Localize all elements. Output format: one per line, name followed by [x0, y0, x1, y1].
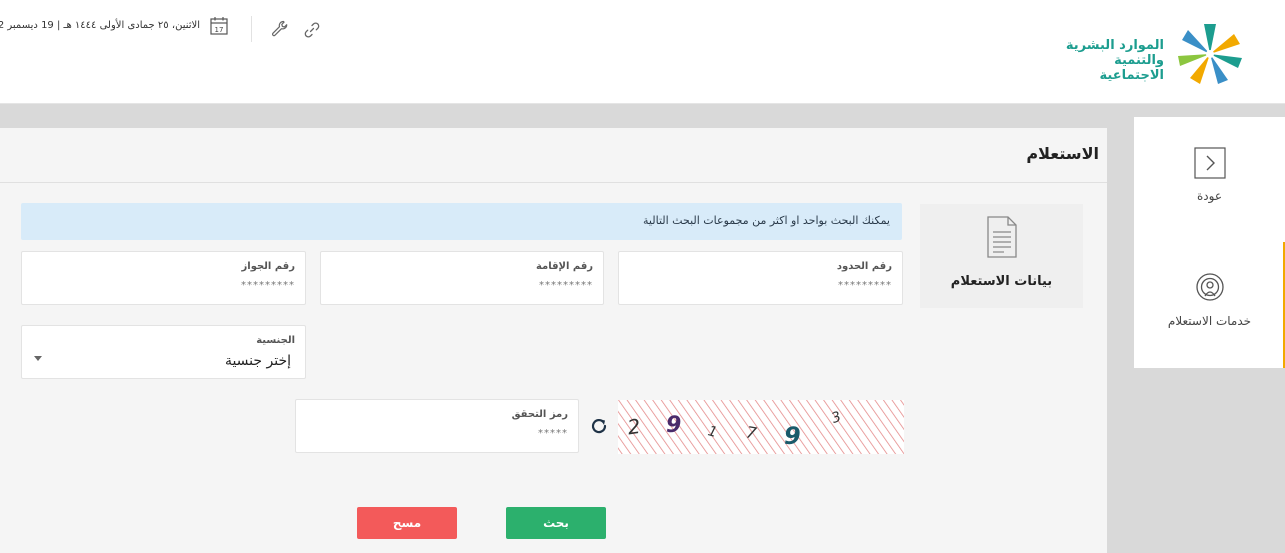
- iqama-number-field: رقم الإقامة: [320, 251, 604, 305]
- broadcast-icon: [1195, 273, 1224, 301]
- back-label: عودة: [1197, 189, 1222, 203]
- logo-line-2: والتنمية الاجتماعية: [1099, 53, 1164, 83]
- captcha-input[interactable]: [306, 428, 568, 439]
- inquiry-data-label: بيانات الاستعلام: [950, 274, 1053, 289]
- refresh-icon[interactable]: [588, 415, 610, 437]
- inquiry-services-label: خدمات الاستعلام: [1167, 314, 1252, 328]
- border-number-input[interactable]: [629, 280, 892, 291]
- info-banner: يمكنك البحث بواحد او اكثر من مجموعات الب…: [21, 203, 902, 240]
- calendar-icon[interactable]: 17: [209, 16, 229, 36]
- search-button[interactable]: بحث: [506, 507, 606, 539]
- page-title: الاستعلام: [1026, 144, 1099, 163]
- nationality-value: إختر جنسية: [224, 353, 291, 369]
- passport-number-input[interactable]: [32, 280, 295, 291]
- caret-down-icon: [34, 356, 42, 361]
- side-rail: عودة خدمات الاستعلام: [1134, 117, 1285, 368]
- inquiry-data-card: بيانات الاستعلام: [920, 204, 1083, 308]
- document-icon: [987, 216, 1017, 258]
- main-panel: الاستعلام بيانات الاستعلام يمكنك البحث ب…: [0, 128, 1107, 553]
- captcha-char: 9: [666, 413, 681, 438]
- chevron-right-icon: [1193, 147, 1226, 179]
- calendar-day: 17: [215, 26, 224, 34]
- back-button[interactable]: عودة: [1134, 147, 1285, 237]
- info-text: يمكنك البحث بواحد او اكثر من مجموعات الب…: [643, 214, 890, 227]
- clear-button[interactable]: مسح: [357, 507, 457, 539]
- captcha-char: 9: [784, 422, 801, 450]
- link-icon[interactable]: [302, 20, 322, 40]
- nationality-label: الجنسية: [256, 335, 295, 346]
- captcha-image: 2 9 1 7 9 3: [618, 400, 904, 454]
- passport-number-field: رقم الجواز: [21, 251, 306, 305]
- logo-star-icon: [1178, 24, 1242, 84]
- inquiry-services-link[interactable]: خدمات الاستعلام: [1134, 272, 1285, 362]
- passport-number-label: رقم الجواز: [241, 261, 295, 272]
- wrench-icon[interactable]: [270, 19, 290, 39]
- captcha-label: رمز التحقق: [511, 409, 568, 420]
- captcha-field: رمز التحقق: [295, 399, 579, 453]
- header-date: الاثنين، ٢٥ جمادى الأولى ١٤٤٤ هـ | 19 دي…: [0, 20, 200, 31]
- nationality-select[interactable]: الجنسية إختر جنسية: [21, 325, 306, 379]
- ministry-logo: الموارد البشرية والتنمية الاجتماعية: [1046, 20, 1252, 88]
- title-divider: [0, 182, 1107, 183]
- logo-line-1: الموارد البشرية: [1065, 38, 1164, 53]
- iqama-number-label: رقم الإقامة: [535, 261, 593, 272]
- header-divider: [251, 16, 252, 42]
- border-number-label: رقم الحدود: [836, 261, 892, 272]
- page-header: الاثنين، ٢٥ جمادى الأولى ١٤٤٤ هـ | 19 دي…: [0, 0, 1285, 104]
- border-number-field: رقم الحدود: [618, 251, 903, 305]
- iqama-number-input[interactable]: [331, 280, 593, 291]
